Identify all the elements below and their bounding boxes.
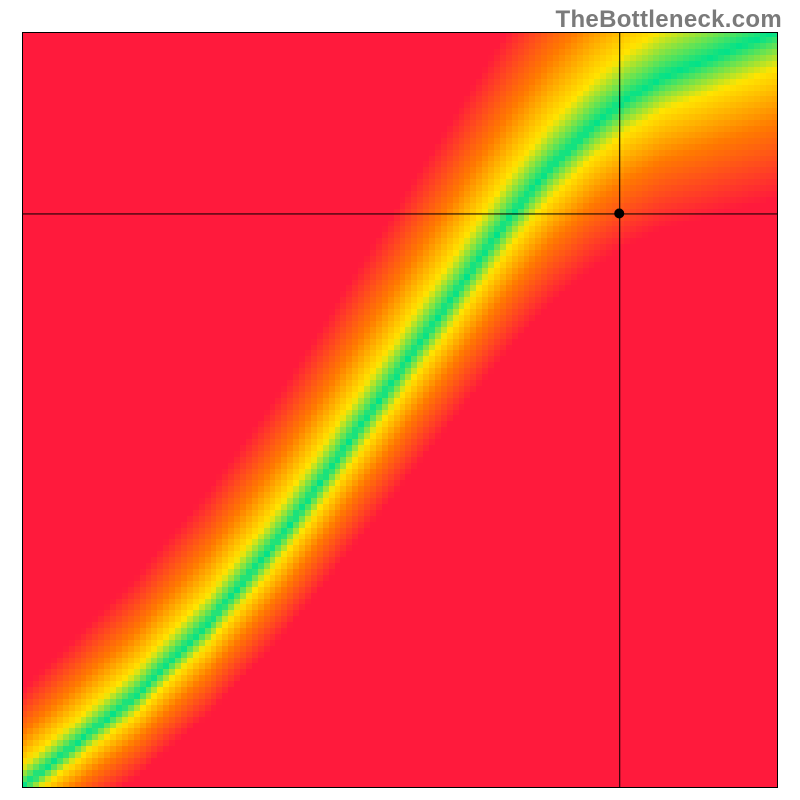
attribution-label: TheBottleneck.com — [556, 6, 782, 34]
bottleneck-heatmap — [22, 32, 778, 788]
chart-container: TheBottleneck.com — [0, 0, 800, 800]
